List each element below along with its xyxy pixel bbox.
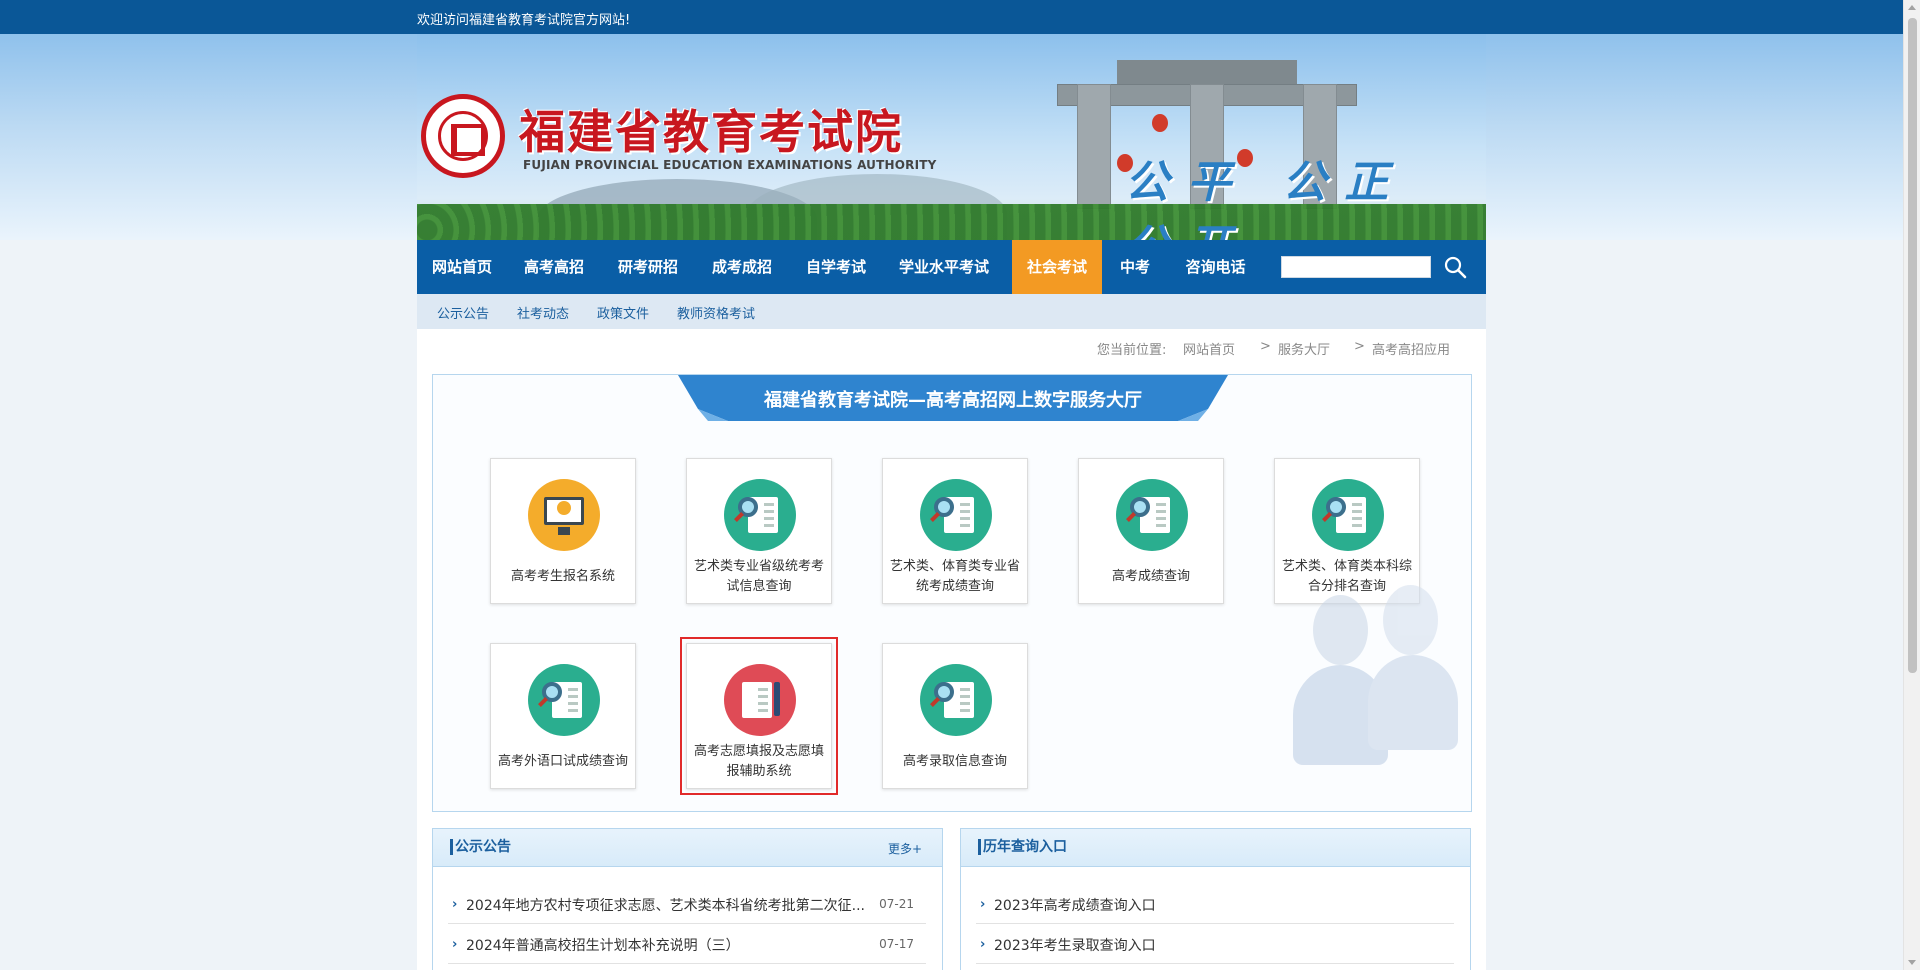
nav-zixue[interactable]: 自学考试 [789, 240, 883, 294]
top-welcome-bar: 欢迎访问福建省教育考试院官方网站! [0, 0, 1920, 34]
history-link[interactable]: 2023年高考成绩查询入口 [994, 895, 1156, 915]
score-search-icon [528, 664, 600, 736]
chevron-right-icon: › [980, 897, 986, 912]
nav-yankao[interactable]: 研考研招 [601, 240, 695, 294]
institution-seal-logo[interactable] [421, 94, 505, 178]
subnav-teacher-exam[interactable]: 教师资格考试 [677, 303, 755, 322]
main-content: 您当前位置: 网站首页 > 服务大厅 > 高考高招应用 福建省教育考试院—高考高… [417, 329, 1486, 970]
page-scrollbar[interactable] [1903, 0, 1920, 970]
score-search-icon [1116, 479, 1188, 551]
welcome-text: 欢迎访问福建省教育考试院官方网站! [417, 13, 631, 28]
history-header: 历年查询入口 [961, 829, 1470, 867]
history-item[interactable]: › 2023年高考成绩查询入口 [976, 884, 1454, 924]
sub-nav: 公示公告 社考动态 政策文件 教师资格考试 [417, 294, 1486, 329]
nav-hotline[interactable]: 咨询电话 [1168, 240, 1263, 294]
service-tile-art-exam-info[interactable]: 艺术类专业省级统考考试信息查询 [686, 458, 832, 604]
service-tile-art-sport-score[interactable]: 艺术类、体育类专业省统考成绩查询 [882, 458, 1028, 604]
nav-zhongkao[interactable]: 中考 [1102, 240, 1168, 294]
chevron-right-icon: › [452, 937, 458, 952]
score-search-icon [724, 479, 796, 551]
scrollbar-thumb[interactable] [1908, 18, 1917, 673]
tile-label: 高考外语口试成绩查询 [497, 754, 628, 769]
tile-label: 艺术类、体育类专业省统考成绩查询 [889, 559, 1020, 594]
nav-chengkao[interactable]: 成考成招 [695, 240, 789, 294]
notices-header: 公示公告 更多+ [433, 829, 942, 867]
notice-date: 07-21 [879, 897, 914, 911]
service-hall-title: 福建省教育考试院—高考高招网上数字服务大厅 [764, 390, 1142, 411]
site-banner: 福建省教育考试院 FUJIAN PROVINCIAL EDUCATION EXA… [417, 34, 1486, 240]
main-nav: 网站首页 高考高招 研考研招 成考成招 自学考试 学业水平考试 社会考试 中考 … [417, 240, 1486, 294]
service-tile-admission-info[interactable]: 高考录取信息查询 [882, 643, 1028, 789]
nav-home[interactable]: 网站首页 [417, 240, 507, 294]
score-search-icon [1312, 479, 1384, 551]
slogan: 公平 公正 公开 [1125, 157, 1407, 240]
subnav-news[interactable]: 社考动态 [517, 303, 569, 322]
history-title: 历年查询入口 [978, 839, 1067, 855]
subnav-notices[interactable]: 公示公告 [437, 303, 489, 322]
score-search-icon [920, 664, 992, 736]
service-hall-panel: 福建省教育考试院—高考高招网上数字服务大厅 高考考生报名系统 艺术类专业省级统考… [432, 374, 1472, 812]
breadcrumb-home[interactable]: 网站首页 [1183, 339, 1235, 358]
notices-box: 公示公告 更多+ › 2024年地方农村专项征求志愿、艺术类本科省统考批第二次征… [432, 828, 943, 970]
history-box: 历年查询入口 › 2023年高考成绩查询入口 › 2023年考生录取查询入口 [960, 828, 1471, 970]
tile-label: 高考录取信息查询 [902, 754, 1007, 769]
notice-item[interactable]: › 2024年普通高校招生计划本补充说明（三） 07-17 [448, 924, 926, 964]
notices-more-link[interactable]: 更多+ [888, 840, 922, 857]
nav-gaokao[interactable]: 高考高招 [507, 240, 601, 294]
service-tile-registration[interactable]: 高考考生报名系统 [490, 458, 636, 604]
service-tile-gaokao-score[interactable]: 高考成绩查询 [1078, 458, 1224, 604]
breadcrumb-separator: > [1260, 339, 1271, 354]
scroll-up-icon[interactable] [1908, 5, 1916, 10]
subnav-policy[interactable]: 政策文件 [597, 303, 649, 322]
search-input[interactable] [1281, 256, 1431, 278]
service-tile-art-sport-ranking[interactable]: 艺术类、体育类本科综合分排名查询 [1274, 458, 1420, 604]
tile-label: 高考考生报名系统 [510, 569, 615, 584]
chevron-right-icon: › [452, 897, 458, 912]
notice-title[interactable]: 2024年普通高校招生计划本补充说明（三） [466, 935, 740, 955]
tile-label: 高考成绩查询 [1111, 569, 1190, 584]
notice-date: 07-17 [879, 937, 914, 951]
notices-title: 公示公告 [450, 839, 511, 855]
service-tile-oral-score[interactable]: 高考外语口试成绩查询 [490, 643, 636, 789]
score-search-icon [920, 479, 992, 551]
chevron-right-icon: › [980, 937, 986, 952]
notice-item[interactable]: › 2024年地方农村专项征求志愿、艺术类本科省统考批第二次征... 07-21 [448, 884, 926, 924]
upload-monitor-icon [528, 479, 600, 551]
history-item[interactable]: › 2023年考生录取查询入口 [976, 924, 1454, 964]
nav-shehui[interactable]: 社会考试 [1012, 240, 1102, 294]
service-tile-application-system[interactable]: 高考志愿填报及志愿填报辅助系统 [680, 637, 838, 795]
tile-label: 艺术类专业省级统考考试信息查询 [693, 559, 824, 594]
scroll-down-icon[interactable] [1908, 960, 1916, 965]
search-icon[interactable] [1441, 253, 1469, 281]
checklist-pencil-icon [724, 664, 796, 736]
notice-title[interactable]: 2024年地方农村专项征求志愿、艺术类本科省统考批第二次征... [466, 895, 865, 915]
tile-label: 高考志愿填报及志愿填报辅助系统 [693, 744, 824, 779]
breadcrumb-current: 高考高招应用 [1372, 343, 1451, 358]
history-link[interactable]: 2023年考生录取查询入口 [994, 935, 1156, 955]
site-title[interactable]: 福建省教育考试院 [519, 96, 903, 162]
breadcrumb-prefix: 您当前位置: [1097, 343, 1167, 358]
site-subtitle: FUJIAN PROVINCIAL EDUCATION EXAMINATIONS… [523, 158, 937, 172]
breadcrumb-separator: > [1354, 339, 1365, 354]
breadcrumb-service-hall[interactable]: 服务大厅 [1278, 339, 1330, 358]
customer-service-illustration [1293, 585, 1463, 775]
nav-xueye[interactable]: 学业水平考试 [883, 240, 1005, 294]
